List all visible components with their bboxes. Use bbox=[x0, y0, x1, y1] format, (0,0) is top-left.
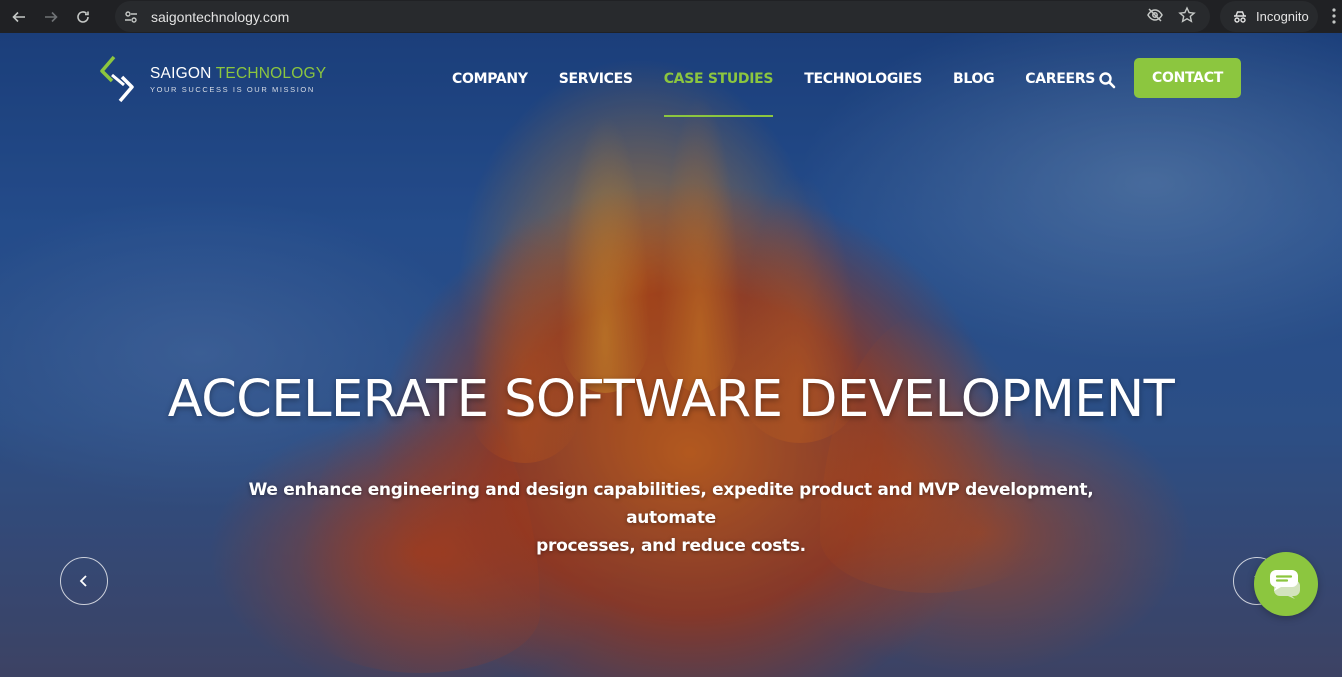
nav-item-case-studies[interactable]: CASE STUDIES bbox=[663, 69, 774, 117]
site-info-button[interactable] bbox=[119, 5, 143, 29]
reload-button[interactable] bbox=[70, 4, 96, 30]
incognito-indicator[interactable]: Incognito bbox=[1220, 1, 1318, 32]
url-text[interactable]: saigontechnology.com bbox=[151, 9, 289, 25]
incognito-icon bbox=[1234, 10, 1246, 23]
forward-icon bbox=[45, 11, 58, 22]
nav-item-blog[interactable]: BLOG bbox=[953, 69, 995, 117]
nav-item-technologies[interactable]: TECHNOLOGIES bbox=[804, 69, 922, 117]
carousel-prev-button[interactable] bbox=[60, 557, 108, 605]
hero-subtitle: We enhance engineering and design capabi… bbox=[230, 476, 1112, 560]
hero-section: SAIGON TECHNOLOGY YOUR SUCCESS IS OUR MI… bbox=[0, 33, 1342, 677]
main-navigation: COMPANY SERVICES CASE STUDIES TECHNOLOGI… bbox=[452, 69, 1126, 117]
chat-widget-button[interactable] bbox=[1254, 552, 1318, 616]
hero-subtitle-line: processes, and reduce costs. bbox=[536, 536, 806, 556]
logo-mark-icon bbox=[100, 55, 134, 103]
back-icon bbox=[12, 11, 25, 22]
hero-overlay bbox=[0, 33, 1342, 677]
hero-title: ACCELERATE SOFTWARE DEVELOPMENT bbox=[167, 370, 1175, 429]
incognito-label: Incognito bbox=[1256, 9, 1309, 24]
hero-subtitle-line: We enhance engineering and design capabi… bbox=[248, 480, 1094, 528]
logo-name-accent: TECHNOLOGY bbox=[215, 64, 327, 82]
nav-item-services[interactable]: SERVICES bbox=[559, 69, 633, 117]
eye-off-icon[interactable] bbox=[1146, 6, 1164, 24]
nav-item-careers[interactable]: CAREERS bbox=[1025, 69, 1095, 117]
contact-button[interactable]: CONTACT bbox=[1134, 58, 1241, 98]
reload-icon bbox=[77, 10, 89, 23]
search-icon[interactable] bbox=[1098, 71, 1116, 89]
back-button[interactable] bbox=[6, 4, 32, 30]
site-info-icon bbox=[125, 10, 137, 23]
chevron-left-icon bbox=[79, 575, 87, 587]
logo-tagline: YOUR SUCCESS IS OUR MISSION bbox=[150, 84, 315, 94]
chat-icon bbox=[1270, 570, 1300, 599]
logo-name: SAIGON TECHNOLOGY bbox=[150, 65, 326, 83]
star-icon[interactable] bbox=[1178, 6, 1196, 24]
forward-button[interactable] bbox=[38, 4, 64, 30]
logo-name-primary: SAIGON bbox=[150, 64, 212, 82]
nav-item-company[interactable]: COMPANY bbox=[452, 69, 528, 117]
address-bar[interactable]: saigontechnology.com bbox=[115, 1, 1210, 32]
menu-icon[interactable] bbox=[1329, 7, 1339, 25]
site-logo[interactable]: SAIGON TECHNOLOGY YOUR SUCCESS IS OUR MI… bbox=[100, 55, 326, 103]
browser-toolbar: saigontechnology.com Incognito bbox=[0, 0, 1342, 33]
